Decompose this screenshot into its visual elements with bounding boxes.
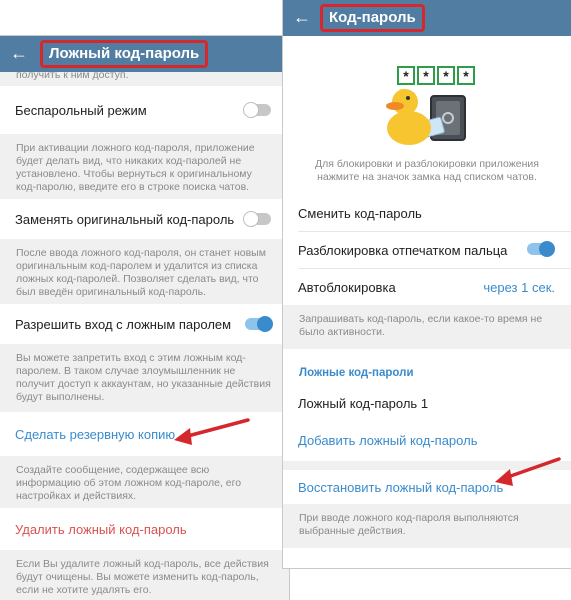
backup-link[interactable]: Сделать резервную копию <box>15 427 175 442</box>
replace-row[interactable]: Заменять оригинальный код-пароль <box>0 199 289 239</box>
screen-title: Код-пароль <box>320 4 425 32</box>
passwordless-label: Беспарольный режим <box>15 103 147 118</box>
passwordless-note: При активации ложного код-пароля, прилож… <box>0 134 289 199</box>
backup-note: Создайте сообщение, содержащее всю инфор… <box>0 456 289 508</box>
delete-note: Если Вы удалите ложный код-пароль, все д… <box>0 550 289 600</box>
replace-toggle[interactable] <box>243 211 271 227</box>
change-passcode-row[interactable]: Сменить код-пароль <box>283 196 571 230</box>
fingerprint-toggle[interactable] <box>527 241 555 257</box>
allow-login-toggle[interactable] <box>245 316 273 332</box>
top-bar: ← Ложный код-пароль <box>0 36 289 72</box>
partial-note: получить к ним доступ. <box>0 72 289 86</box>
passwordless-row[interactable]: Беспарольный режим <box>0 86 289 134</box>
replace-note: После ввода ложного код-пароля, он стане… <box>0 239 289 304</box>
fake-passcode-screen: ← Ложный код-пароль получить к ним досту… <box>0 36 289 600</box>
screen-title: Ложный код-пароль <box>40 40 209 68</box>
pin-char: * <box>417 66 435 85</box>
fingerprint-row[interactable]: Разблокировка отпечатком пальца <box>283 232 571 268</box>
change-passcode-label: Сменить код-пароль <box>298 206 422 221</box>
passcode-screen: ← Код-пароль * * * * Для блокировки и ра… <box>283 0 571 568</box>
passwordless-toggle[interactable] <box>243 102 271 118</box>
pin-char: * <box>457 66 475 85</box>
pin-boxes: * * * * <box>397 66 475 85</box>
fingerprint-label: Разблокировка отпечатком пальца <box>298 243 508 258</box>
add-fake-passcode-link[interactable]: Добавить ложный код-пароль <box>298 433 477 448</box>
autolock-row[interactable]: Автоблокировка через 1 сек. <box>283 269 571 305</box>
delete-row[interactable]: Удалить ложный код-пароль <box>0 508 289 550</box>
top-bar: ← Код-пароль <box>283 0 571 36</box>
back-arrow-icon[interactable]: ← <box>293 7 311 27</box>
fake-passcodes-section: Ложные код-пароли Ложный код-пароль 1 До… <box>283 349 571 461</box>
fake-passcodes-header: Ложные код-пароли <box>299 367 414 379</box>
autolock-note: Запрашивать код-пароль, если какое-то вр… <box>283 305 571 349</box>
pin-char: * <box>437 66 455 85</box>
restore-fake-passcode-link[interactable]: Восстановить ложный код-пароль <box>298 480 503 495</box>
annotation-arrow-icon <box>174 418 250 445</box>
intro-note: Для блокировки и разблокировки приложени… <box>283 150 571 194</box>
back-arrow-icon[interactable]: ← <box>10 43 28 63</box>
replace-label: Заменять оригинальный код-пароль <box>15 212 235 227</box>
delete-link[interactable]: Удалить ложный код-пароль <box>15 522 187 537</box>
pin-char: * <box>397 66 415 85</box>
restore-note: При вводе ложного код-пароля выполняются… <box>283 504 571 548</box>
allow-login-note: Вы можете запретить вход с этим ложным к… <box>0 344 289 412</box>
annotation-arrow-icon <box>495 457 561 486</box>
allow-login-row[interactable]: Разрешить вход с ложным паролем <box>0 304 289 344</box>
fake-passcode-item[interactable]: Ложный код-пароль 1 <box>298 396 428 411</box>
autolock-label: Автоблокировка <box>298 280 396 295</box>
autolock-value: через 1 сек. <box>483 280 555 295</box>
allow-login-label: Разрешить вход с ложным паролем <box>15 317 232 332</box>
duck-safe-icon <box>386 89 466 145</box>
